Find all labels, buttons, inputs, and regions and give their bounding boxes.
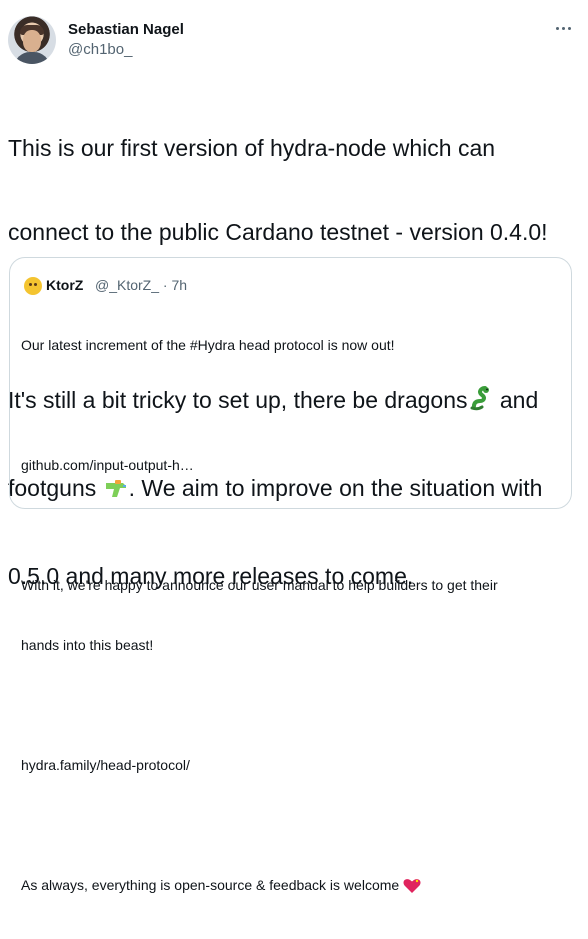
- quoted-author-avatar: [24, 277, 42, 295]
- tweet-line: connect to the public Cardano testnet - …: [8, 219, 548, 245]
- quoted-line-blank: [21, 515, 561, 535]
- author-handle[interactable]: @ch1bo_: [68, 41, 132, 58]
- quoted-line: As always, everything is open-source & f…: [21, 877, 400, 893]
- quoted-link[interactable]: hydra.family/head-protocol/: [21, 755, 561, 775]
- author-name[interactable]: Sebastian Nagel: [68, 21, 184, 38]
- quoted-link[interactable]: github.com/input-output-h…: [21, 455, 561, 475]
- quoted-tweet-text: Our latest increment of the #Hydra head …: [21, 295, 561, 939]
- quoted-line-last: As always, everything is open-source & f…: [21, 875, 561, 899]
- more-horizontal-icon-dot: [561, 26, 565, 30]
- quoted-line: hands into this beast!: [21, 637, 154, 653]
- more-horizontal-icon-dot: [567, 26, 571, 30]
- more-horizontal-icon: [555, 26, 559, 30]
- quoted-line-blank: [21, 695, 561, 715]
- quoted-line: With it, we're happy to announce our use…: [21, 577, 498, 593]
- quoted-line-blank: [21, 815, 561, 835]
- quoted-line-blank: [21, 395, 561, 415]
- quoted-author-name: KtorZ: [46, 277, 84, 293]
- avatar-face: [23, 30, 41, 52]
- quoted-author-handle-time: @_KtorZ_ · 7h: [95, 277, 188, 293]
- sparkling-heart-icon: [403, 878, 421, 899]
- tweet-line: This is our first version of hydra-node …: [8, 135, 496, 161]
- avatar-shirt: [14, 52, 50, 64]
- quoted-line: Our latest increment of the #Hydra head …: [21, 337, 395, 353]
- quoted-tweet-card[interactable]: KtorZ @_KtorZ_ · 7h Our latest increment…: [9, 257, 572, 893]
- author-avatar[interactable]: [8, 16, 56, 64]
- more-options-button[interactable]: [548, 18, 578, 38]
